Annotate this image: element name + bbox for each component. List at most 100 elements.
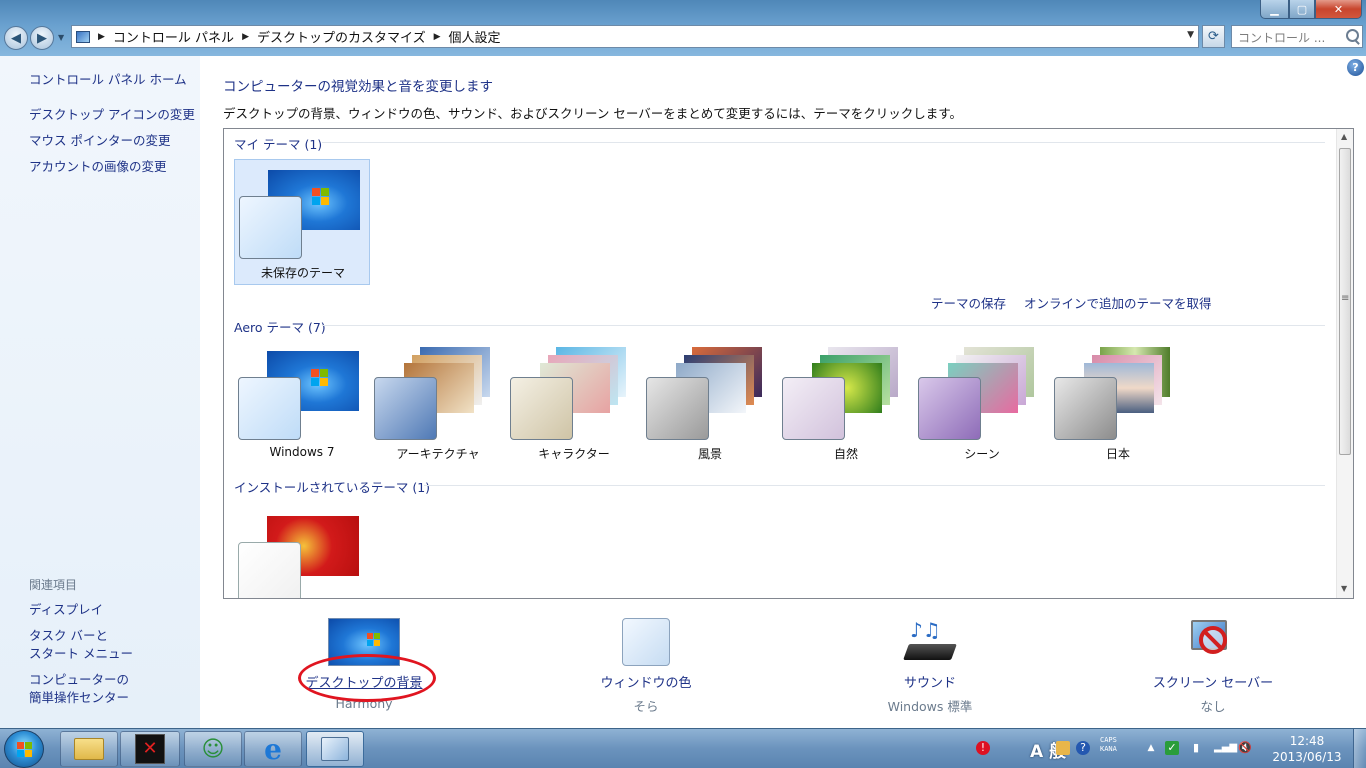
chevron-right-icon[interactable]: ▶ [238, 32, 253, 42]
forward-button[interactable]: ▶ [30, 26, 54, 50]
theme-tile-architecture[interactable]: アーキテクチャ [370, 341, 506, 467]
theme-tile-unsaved[interactable]: 未保存のテーマ [234, 159, 370, 285]
window-color-swatch [238, 377, 301, 440]
taskbar-people-button[interactable]: ☺ [184, 731, 242, 767]
ease-of-access-link[interactable]: コンピューターの 簡単操作センター [29, 671, 129, 707]
get-online-themes-link[interactable]: オンラインで追加のテーマを取得 [1024, 293, 1212, 312]
window-color-swatch [374, 377, 437, 440]
back-button[interactable]: ◀ [4, 26, 28, 50]
theme-tile-japan[interactable]: 日本 [1050, 341, 1186, 467]
window-color-swatch [239, 196, 302, 259]
maximize-button[interactable]: ▢ [1289, 0, 1315, 19]
start-button[interactable] [4, 730, 44, 768]
window-color-swatch [646, 377, 709, 440]
clock[interactable]: 12:48 2013/06/13 [1272, 733, 1342, 765]
refresh-icon: ⟳ [1208, 29, 1219, 44]
taskbar: ✕ ☺ e ! A 般 ? CAPS KANA ▲ ✓ ▮ ▂▄▆ 🔇 12:4… [0, 728, 1366, 768]
taskbar-control-panel-button[interactable] [306, 731, 364, 767]
device-icon[interactable]: ▮ [1189, 741, 1203, 755]
theme-list-scrollbar[interactable]: ▲ ▼ [1336, 129, 1353, 598]
display-link[interactable]: ディスプレイ [29, 601, 103, 619]
theme-tile-landscapes[interactable]: 風景 [642, 341, 778, 467]
refresh-button[interactable]: ⟳ [1202, 25, 1225, 48]
change-account-picture-link[interactable]: アカウントの画像の変更 [29, 158, 167, 176]
screensaver-label[interactable]: スクリーン セーバー [1133, 672, 1293, 691]
theme-tile-nature[interactable]: 自然 [778, 341, 914, 467]
desktop-background-icon [328, 618, 400, 666]
internet-explorer-icon: e [264, 732, 282, 766]
sidebar: コントロール パネル ホーム デスクトップ アイコンの変更 マウス ポインターの… [0, 56, 200, 728]
theme-tile-installed[interactable] [234, 506, 370, 598]
desktop-background-value: Harmony [335, 696, 393, 711]
address-dropdown-icon[interactable]: ▼ [1187, 30, 1194, 40]
show-desktop-button[interactable] [1353, 729, 1366, 768]
breadcrumb-personalization[interactable]: 個人設定 [445, 27, 505, 46]
screensaver-icon [1189, 618, 1237, 666]
window-color-label[interactable]: ウィンドウの色 [566, 672, 726, 691]
show-hidden-icons-icon[interactable]: ▲ [1144, 741, 1158, 755]
theme-name: 自然 [833, 447, 858, 461]
page-title: コンピューターの視覚効果と音を変更します [223, 79, 493, 95]
arrow-right-icon: ▶ [37, 30, 47, 46]
clock-time: 12:48 [1289, 734, 1325, 748]
theme-tile-characters[interactable]: キャラクター [506, 341, 642, 467]
sound-value: Windows 標準 [887, 699, 973, 714]
installed-themes-heading: インストールされているテーマ (1) [234, 480, 431, 495]
help-icon[interactable]: ? [1076, 741, 1090, 755]
theme-tile-windows7[interactable]: Windows 7 [234, 341, 370, 467]
history-dropdown-icon[interactable]: ▼ [58, 33, 64, 42]
control-panel-home-link[interactable]: コントロール パネル ホーム [29, 71, 187, 89]
windows-flag-icon [312, 188, 330, 206]
theme-tile-scenes[interactable]: シーン [914, 341, 1050, 467]
taskbar-start-menu-link[interactable]: タスク バーと スタート メニュー [29, 627, 133, 663]
windows-flag-icon [17, 742, 33, 758]
search-input[interactable]: コントロール ... [1231, 25, 1363, 48]
change-mouse-pointer-link[interactable]: マウス ポインターの変更 [29, 132, 170, 150]
address-bar[interactable]: ▶ コントロール パネル ▶ デスクトップのカスタマイズ ▶ 個人設定 ▼ [71, 25, 1199, 48]
folder-icon [74, 738, 104, 760]
scroll-up-icon[interactable]: ▲ [1341, 132, 1347, 141]
ime-toolbar-icon[interactable] [1056, 741, 1070, 755]
volume-muted-icon[interactable]: 🔇 [1238, 741, 1252, 755]
theme-name: 日本 [1105, 447, 1130, 461]
theme-name: 未保存のテーマ [260, 266, 345, 280]
window-color-swatch [918, 377, 981, 440]
save-theme-link[interactable]: テーマの保存 [931, 293, 1006, 312]
search-icon [1346, 29, 1359, 42]
window-color-swatch [1054, 377, 1117, 440]
theme-name: 風景 [697, 447, 722, 461]
taskbar-app-button[interactable]: ✕ [120, 731, 180, 767]
taskbar-explorer-button[interactable] [60, 731, 118, 767]
minimize-button[interactable]: ▁ [1260, 0, 1289, 19]
chevron-right-icon[interactable]: ▶ [430, 32, 445, 42]
my-themes-heading: マイ テーマ (1) [234, 137, 323, 152]
app-icon: ✕ [135, 734, 165, 764]
window-color-value: そら [633, 699, 659, 714]
chevron-right-icon[interactable]: ▶ [94, 32, 109, 42]
scroll-down-icon[interactable]: ▼ [1341, 584, 1347, 593]
scroll-thumb[interactable] [1339, 148, 1351, 455]
window-titlebar: ▁ ▢ ✕ ◀ ▶ ▼ ▶ コントロール パネル ▶ デスクトップのカスタマイズ… [0, 0, 1366, 56]
breadcrumb-control-panel[interactable]: コントロール パネル [109, 27, 238, 46]
close-button[interactable]: ✕ [1315, 0, 1362, 19]
screensaver-value: なし [1200, 699, 1226, 714]
network-icon[interactable]: ▂▄▆ [1214, 741, 1237, 755]
change-desktop-icons-link[interactable]: デスクトップ アイコンの変更 [29, 106, 195, 124]
control-panel-icon [321, 737, 349, 761]
people-icon: ☺ [201, 736, 225, 762]
clock-date: 2013/06/13 [1272, 750, 1342, 764]
security-icon[interactable]: ! [976, 741, 990, 755]
taskbar-ie-button[interactable]: e [244, 731, 302, 767]
arrow-left-icon: ◀ [11, 30, 21, 46]
search-placeholder: コントロール ... [1238, 31, 1326, 45]
breadcrumb-customize-desktop[interactable]: デスクトップのカスタマイズ [253, 27, 430, 46]
window-color-icon [622, 618, 670, 666]
page-description: デスクトップの背景、ウィンドウの色、サウンド、およびスクリーン セーバーをまとめ… [223, 106, 962, 121]
aero-themes-heading: Aero テーマ (7) [234, 320, 326, 335]
control-panel-icon [72, 26, 94, 47]
sound-label[interactable]: サウンド [850, 672, 1010, 691]
help-icon[interactable]: ? [1347, 59, 1364, 76]
action-center-icon[interactable]: ✓ [1165, 741, 1179, 755]
theme-name: アーキテクチャ [396, 447, 480, 461]
desktop-background-label[interactable]: デスクトップの背景 [284, 672, 444, 691]
